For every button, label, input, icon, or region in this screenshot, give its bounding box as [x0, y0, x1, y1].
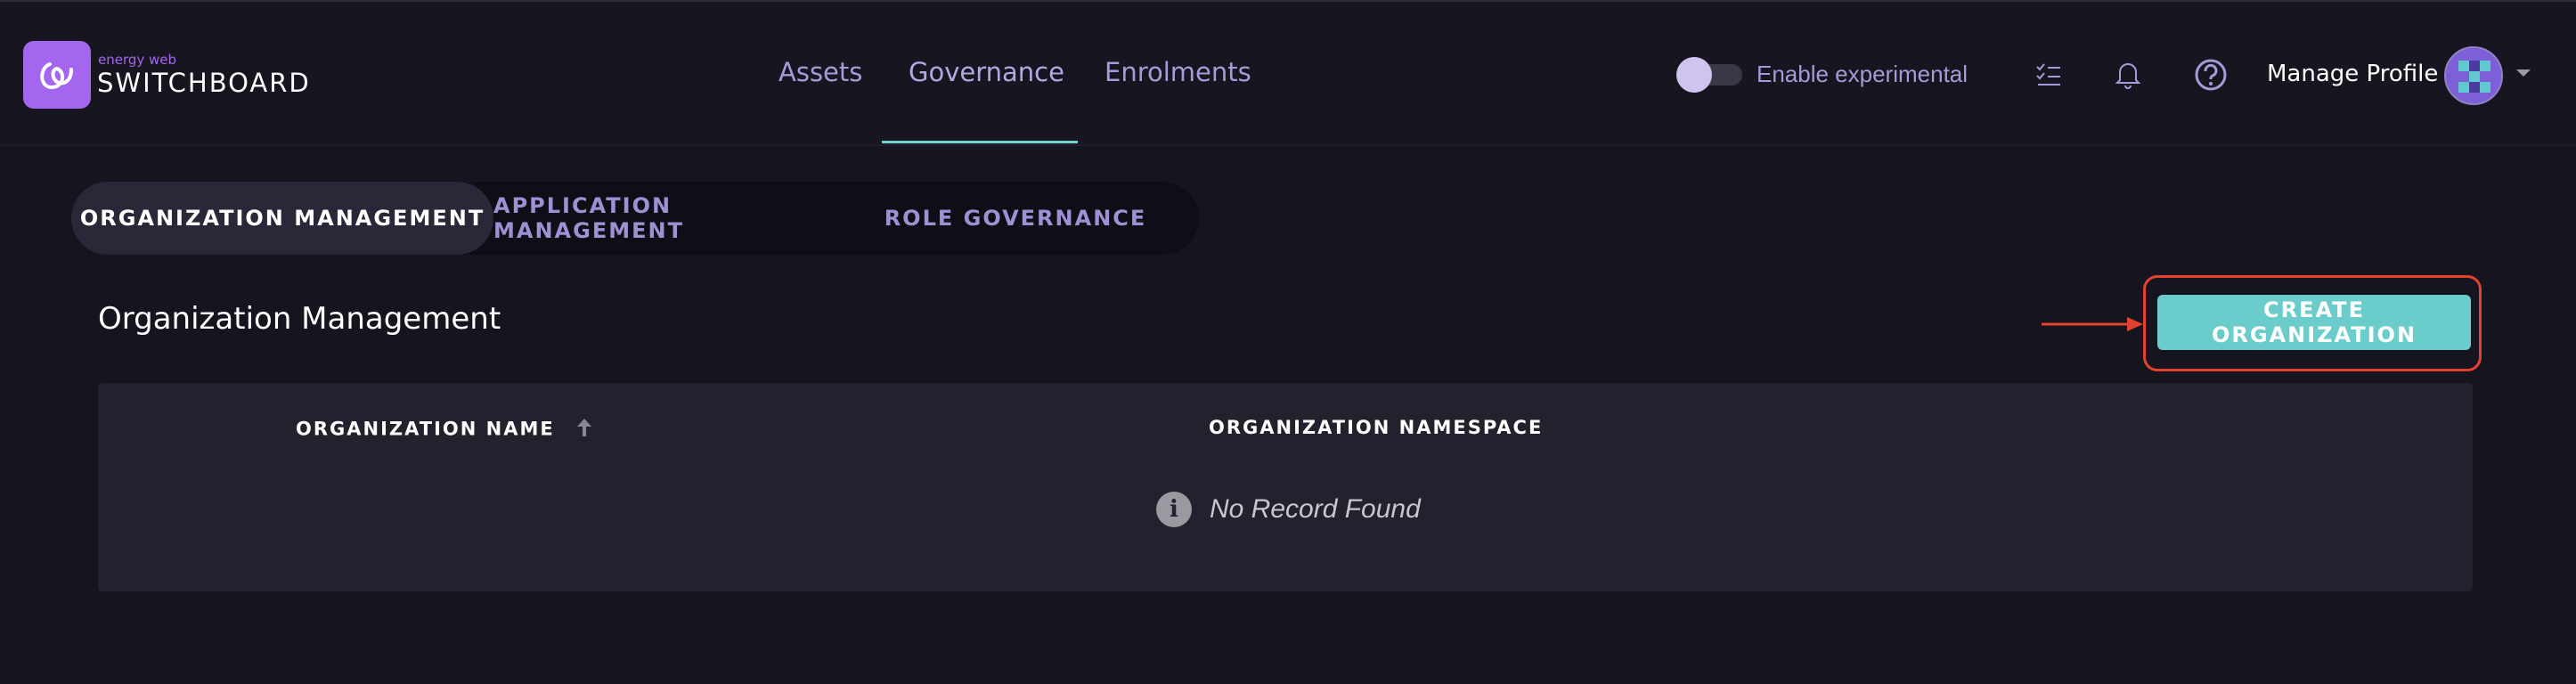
experimental-toggle-knob[interactable]	[1676, 57, 1712, 93]
experimental-label: Enable experimental	[1757, 61, 1969, 87]
avatar[interactable]	[2444, 46, 2503, 105]
tab-role-governance[interactable]: ROLE GOVERNANCE	[860, 182, 1170, 255]
empty-message: No Record Found	[1210, 494, 1421, 524]
annotation-arrow-icon	[2042, 317, 2143, 331]
brand-subtitle: energy web	[98, 52, 177, 68]
chevron-down-icon[interactable]	[2515, 66, 2532, 85]
nav-active-indicator	[882, 141, 1078, 143]
page: energy web SWITCHBOARD Assets Governance…	[0, 0, 2576, 684]
manage-profile-label[interactable]: Manage Profile	[2267, 61, 2438, 87]
tab-organization-management[interactable]: ORGANIZATION MANAGEMENT	[71, 182, 493, 255]
column-header-label: ORGANIZATION NAME	[296, 418, 555, 440]
nav-assets[interactable]: Assets	[779, 57, 862, 87]
empty-state: i No Record Found	[1156, 492, 1421, 527]
column-header-organization-name[interactable]: ORGANIZATION NAME	[296, 417, 593, 443]
page-title: Organization Management	[98, 301, 501, 337]
nav-governance[interactable]: Governance	[909, 57, 1064, 87]
brand-name[interactable]: SWITCHBOARD	[97, 68, 311, 98]
bell-icon[interactable]	[2110, 57, 2146, 93]
checklist-icon[interactable]	[2031, 57, 2067, 93]
nav-enrolments[interactable]: Enrolments	[1105, 57, 1251, 87]
sort-arrow-up-icon[interactable]	[575, 417, 593, 443]
switchboard-logo-icon[interactable]	[23, 41, 91, 109]
column-header-organization-namespace[interactable]: ORGANIZATION NAMESPACE	[1209, 417, 1543, 438]
help-icon[interactable]	[2193, 57, 2229, 93]
governance-tabs: ORGANIZATION MANAGEMENT APPLICATION MANA…	[71, 182, 1199, 255]
info-icon: i	[1156, 492, 1192, 527]
top-header: energy web SWITCHBOARD Assets Governance…	[0, 2, 2576, 146]
organization-table: ORGANIZATION NAME ORGANIZATION NAMESPACE…	[98, 383, 2473, 591]
create-organization-button[interactable]: CREATE ORGANIZATION	[2157, 295, 2471, 350]
tab-application-management[interactable]: APPLICATION MANAGEMENT	[493, 182, 860, 255]
